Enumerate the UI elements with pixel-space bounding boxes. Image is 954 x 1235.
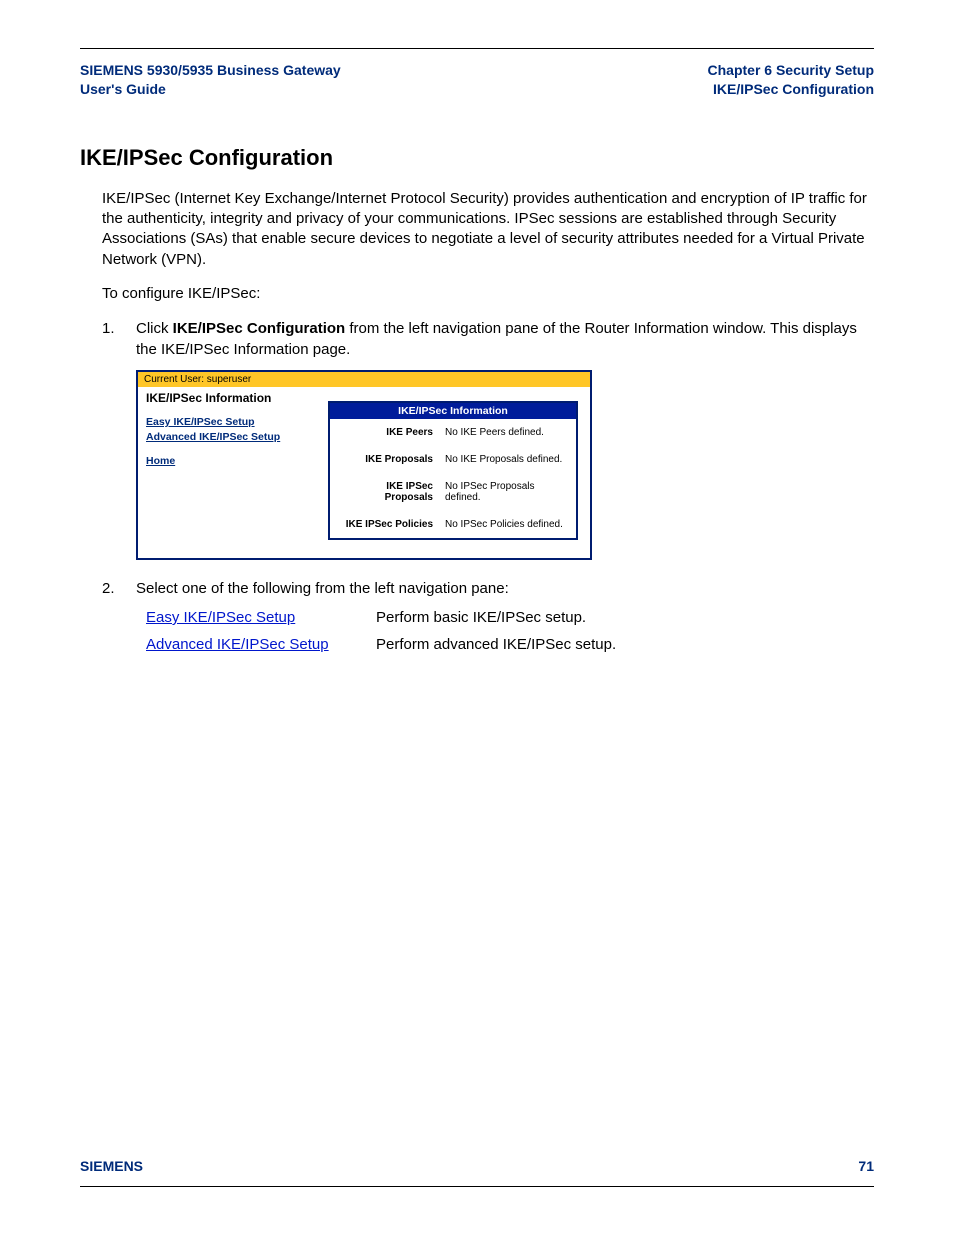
- step-1: 1. Click IKE/IPSec Configuration from th…: [80, 318, 874, 360]
- option-link-advanced[interactable]: Advanced IKE/IPSec Setup: [146, 636, 376, 653]
- nav-link-home[interactable]: Home: [146, 454, 320, 469]
- step-1-pre: Click: [136, 320, 173, 337]
- row-label: IKE IPSec Proposals: [329, 473, 439, 511]
- step-2-number: 2.: [102, 578, 115, 599]
- screenshot-body: IKE/IPSec Information Easy IKE/IPSec Set…: [138, 387, 590, 558]
- step-1-number: 1.: [102, 318, 115, 339]
- embedded-screenshot: Current User: superuser IKE/IPSec Inform…: [136, 370, 592, 560]
- row-label: IKE Peers: [329, 419, 439, 446]
- option-row: Advanced IKE/IPSec Setup Perform advance…: [146, 636, 874, 653]
- row-value: No IKE Proposals defined.: [439, 446, 577, 473]
- header-section: IKE/IPSec Configuration: [708, 80, 875, 99]
- table-row: IKE IPSec Proposals No IPSec Proposals d…: [329, 473, 577, 511]
- step-2: 2. Select one of the following from the …: [80, 578, 874, 599]
- option-row: Easy IKE/IPSec Setup Perform basic IKE/I…: [146, 609, 874, 626]
- nav-link-advanced-setup[interactable]: Advanced IKE/IPSec Setup: [146, 430, 320, 445]
- row-value: No IPSec Proposals defined.: [439, 473, 577, 511]
- row-label: IKE IPSec Policies: [329, 511, 439, 539]
- table-row: IKE Peers No IKE Peers defined.: [329, 419, 577, 446]
- step-2-text: Select one of the following from the lef…: [136, 580, 509, 597]
- footer-page-number: 71: [858, 1158, 874, 1174]
- screenshot-nav-pane: IKE/IPSec Information Easy IKE/IPSec Set…: [138, 387, 328, 558]
- header-chapter: Chapter 6 Security Setup: [708, 61, 875, 80]
- screenshot-content-pane: IKE/IPSec Information IKE Peers No IKE P…: [328, 387, 590, 558]
- lead-paragraph: To configure IKE/IPSec:: [80, 284, 874, 304]
- row-value: No IPSec Policies defined.: [439, 511, 577, 539]
- current-user-bar: Current User: superuser: [138, 372, 590, 387]
- intro-paragraph: IKE/IPSec (Internet Key Exchange/Interne…: [80, 189, 874, 270]
- row-label: IKE Proposals: [329, 446, 439, 473]
- nav-link-easy-setup[interactable]: Easy IKE/IPSec Setup: [146, 415, 320, 430]
- page-header: SIEMENS 5930/5935 Business Gateway User'…: [80, 49, 874, 107]
- page-title: IKE/IPSec Configuration: [80, 145, 874, 171]
- options-table: Easy IKE/IPSec Setup Perform basic IKE/I…: [146, 609, 874, 653]
- header-left: SIEMENS 5930/5935 Business Gateway User'…: [80, 61, 341, 99]
- page-frame: SIEMENS 5930/5935 Business Gateway User'…: [80, 48, 874, 1187]
- header-guide: User's Guide: [80, 80, 341, 99]
- footer-brand: SIEMENS: [80, 1158, 143, 1174]
- header-product: SIEMENS 5930/5935 Business Gateway: [80, 61, 341, 80]
- option-link-easy[interactable]: Easy IKE/IPSec Setup: [146, 609, 376, 626]
- option-desc: Perform basic IKE/IPSec setup.: [376, 609, 586, 626]
- info-table: IKE/IPSec Information IKE Peers No IKE P…: [328, 401, 578, 540]
- page-body: IKE/IPSec Configuration IKE/IPSec (Inter…: [80, 107, 874, 1150]
- header-right: Chapter 6 Security Setup IKE/IPSec Confi…: [708, 61, 875, 99]
- table-row: IKE IPSec Policies No IPSec Policies def…: [329, 511, 577, 539]
- page-footer: SIEMENS 71: [80, 1150, 874, 1186]
- option-desc: Perform advanced IKE/IPSec setup.: [376, 636, 616, 653]
- table-row: IKE Proposals No IKE Proposals defined.: [329, 446, 577, 473]
- step-1-bold: IKE/IPSec Configuration: [173, 320, 346, 337]
- info-table-header: IKE/IPSec Information: [329, 402, 577, 419]
- row-value: No IKE Peers defined.: [439, 419, 577, 446]
- screenshot-panel-title: IKE/IPSec Information: [146, 391, 320, 405]
